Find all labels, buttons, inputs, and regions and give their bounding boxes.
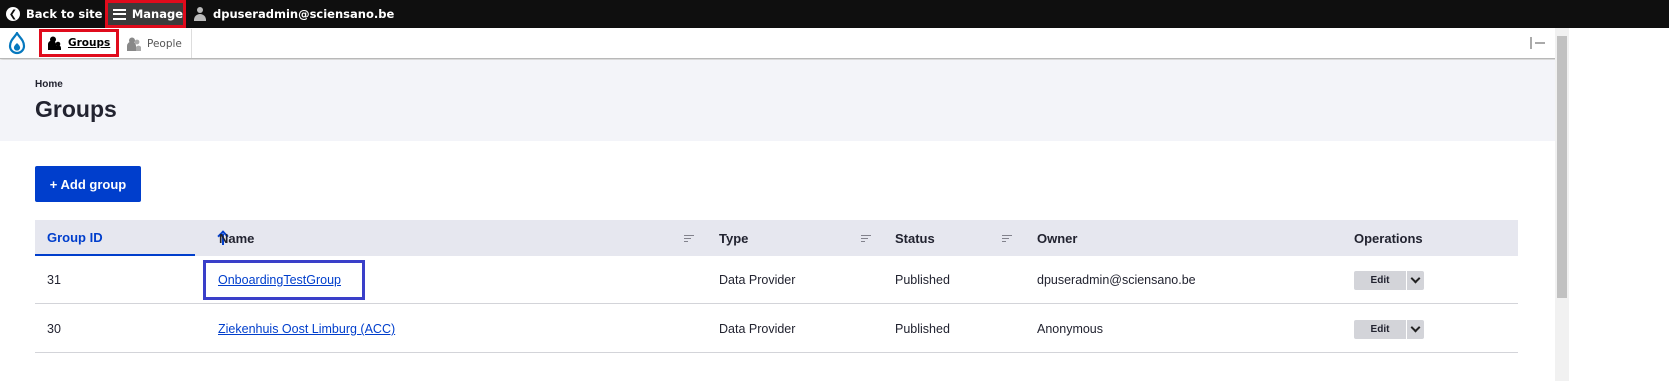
group-name-cell: OnboardingTestGroup [218, 256, 341, 304]
add-group-button[interactable]: + Add group [35, 166, 141, 202]
right-gutter [1569, 28, 1669, 381]
scrollbar[interactable] [1555, 28, 1569, 381]
tab-people[interactable]: People [120, 29, 192, 58]
column-status-label: Status [895, 230, 935, 246]
manage-button[interactable]: Manage [105, 0, 186, 28]
page-header: Home Groups [0, 60, 1555, 141]
column-type[interactable]: Type [719, 220, 748, 256]
sort-icon [861, 235, 871, 243]
user-label: dpuseradmin@sciensano.be [213, 7, 395, 21]
sort-icon [684, 235, 694, 243]
column-operations-label: Operations [1354, 230, 1423, 246]
page-title: Groups [35, 96, 117, 122]
people-icon [127, 37, 141, 51]
user-menu[interactable]: dpuseradmin@sciensano.be [194, 0, 394, 28]
user-icon [194, 7, 206, 21]
group-name-link[interactable]: Ziekenhuis Oost Limburg (ACC) [218, 322, 395, 336]
group-id-cell: 30 [47, 322, 61, 336]
sort-icon [1002, 235, 1012, 243]
column-operations: Operations [1354, 220, 1423, 256]
hamburger-icon [113, 8, 126, 20]
groups-icon [48, 36, 61, 50]
toolbar-tray: Groups People [0, 28, 1669, 59]
tab-people-label: People [147, 37, 182, 50]
admin-toolbar: ❮ Back to site Manage dpuseradmin@sciens… [0, 0, 1669, 28]
edit-button[interactable]: Edit [1354, 320, 1406, 339]
back-to-site-link[interactable]: ❮ Back to site [6, 0, 102, 28]
operations-dropbutton: Edit [1354, 271, 1424, 290]
chevron-down-icon[interactable] [1406, 271, 1424, 290]
group-type-cell: Data Provider [719, 273, 796, 287]
group-name-cell: Ziekenhuis Oost Limburg (ACC) [218, 305, 395, 353]
group-name-link[interactable]: OnboardingTestGroup [218, 273, 341, 287]
tab-groups[interactable]: Groups [39, 29, 119, 57]
column-type-label: Type [719, 230, 749, 246]
group-status-cell: Published [895, 273, 950, 287]
chevron-down-icon[interactable] [1406, 320, 1424, 339]
group-owner-cell: dpuseradmin@sciensano.be [1037, 273, 1196, 287]
breadcrumb[interactable]: Home [35, 79, 63, 90]
back-arrow-icon: ❮ [6, 7, 20, 21]
column-owner-label: Owner [1037, 230, 1078, 246]
tray-orientation-toggle-icon[interactable] [1530, 37, 1546, 49]
group-owner-cell: Anonymous [1037, 322, 1104, 336]
manage-label: Manage [131, 7, 183, 21]
column-group-id[interactable]: Group ID [35, 220, 195, 256]
back-to-site-label: Back to site [26, 7, 103, 21]
table-row: 30 Ziekenhuis Oost Limburg (ACC) Data Pr… [35, 305, 1518, 353]
column-name[interactable]: Name [219, 220, 254, 256]
edit-button[interactable]: Edit [1354, 271, 1406, 290]
drupal-logo-icon[interactable] [7, 32, 27, 56]
operations-dropbutton: Edit [1354, 320, 1424, 339]
group-status-cell: Published [895, 322, 950, 336]
scrollbar-thumb[interactable] [1557, 36, 1567, 298]
column-status[interactable]: Status [895, 220, 935, 256]
group-type-cell: Data Provider [719, 322, 796, 336]
tab-groups-label: Groups [68, 37, 111, 49]
column-owner: Owner [1037, 220, 1077, 256]
column-group-id-label: Group ID [47, 229, 103, 245]
table-header: Group ID Name Type Status Owner Operatio… [35, 220, 1518, 256]
group-id-cell: 31 [47, 273, 61, 287]
column-name-label: Name [219, 230, 255, 246]
table-row: 31 OnboardingTestGroup Data Provider Pub… [35, 256, 1518, 304]
